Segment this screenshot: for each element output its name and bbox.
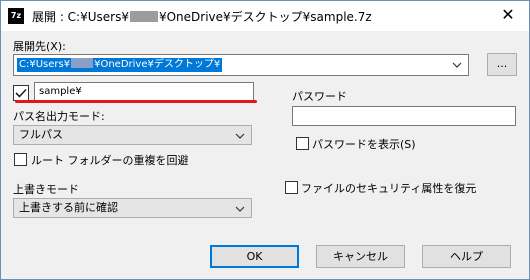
title-prefix: 展開 : C:¥Users¥ <box>32 10 129 24</box>
path-mode-label: パス名出力モード: <box>13 110 105 123</box>
restore-security-label[interactable]: ファイルのセキュリティ属性を復元 <box>301 180 476 196</box>
close-icon: ✕ <box>501 5 515 24</box>
cancel-button[interactable]: キャンセル <box>316 245 405 268</box>
path-mode-value: フルパス <box>19 128 63 141</box>
window-title: 展開 : C:¥Users¥ ¥OneDrive¥デスクトップ¥sample.7z <box>32 8 372 25</box>
help-button[interactable]: ヘルプ <box>422 245 511 268</box>
redacted-path-username <box>71 58 94 68</box>
ok-button[interactable]: OK <box>210 245 299 268</box>
eliminate-duplication-label[interactable]: ルート フォルダーの重複を回避 <box>31 152 189 168</box>
path-suffix: ¥OneDrive¥デスクトップ¥ <box>94 59 221 70</box>
checkmark-icon <box>15 88 27 98</box>
show-password-label[interactable]: パスワードを表示(S) <box>312 136 416 152</box>
overwrite-mode-value: 上書きする前に確認 <box>19 201 118 214</box>
restore-security-checkbox[interactable] <box>285 181 298 194</box>
show-password-checkbox[interactable] <box>296 137 309 150</box>
title-bar[interactable]: 7z 展開 : C:¥Users¥ ¥OneDrive¥デスクトップ¥sample… <box>1 1 529 31</box>
subfolder-name-input[interactable]: sample¥ <box>34 82 254 102</box>
path-mode-select[interactable]: フルパス <box>13 125 252 145</box>
redacted-username <box>129 11 158 22</box>
extract-path-value[interactable]: C:¥Users¥ ¥OneDrive¥デスクトップ¥ <box>17 58 223 72</box>
extract-dialog: 7z 展開 : C:¥Users¥ ¥OneDrive¥デスクトップ¥sample… <box>0 0 530 280</box>
7zip-app-icon: 7z <box>8 8 24 24</box>
password-label: パスワード <box>292 90 347 103</box>
path-prefix: C:¥Users¥ <box>19 59 71 70</box>
overwrite-mode-select[interactable]: 上書きする前に確認 <box>13 198 252 218</box>
title-suffix: ¥OneDrive¥デスクトップ¥sample.7z <box>158 10 372 24</box>
annotation-underline <box>15 100 257 103</box>
password-input[interactable] <box>292 106 516 126</box>
close-button[interactable]: ✕ <box>493 3 523 27</box>
subfolder-checkbox[interactable] <box>13 85 29 101</box>
extract-to-label: 展開先(X): <box>13 40 66 53</box>
chevron-down-icon <box>235 133 245 139</box>
chevron-down-icon[interactable] <box>451 58 463 72</box>
eliminate-duplication-checkbox[interactable] <box>14 153 27 166</box>
extract-path-combo[interactable]: C:¥Users¥ ¥OneDrive¥デスクトップ¥ <box>13 54 469 76</box>
overwrite-mode-label: 上書きモード <box>13 183 79 196</box>
browse-button[interactable]: ... <box>487 53 517 76</box>
chevron-down-icon <box>235 206 245 212</box>
